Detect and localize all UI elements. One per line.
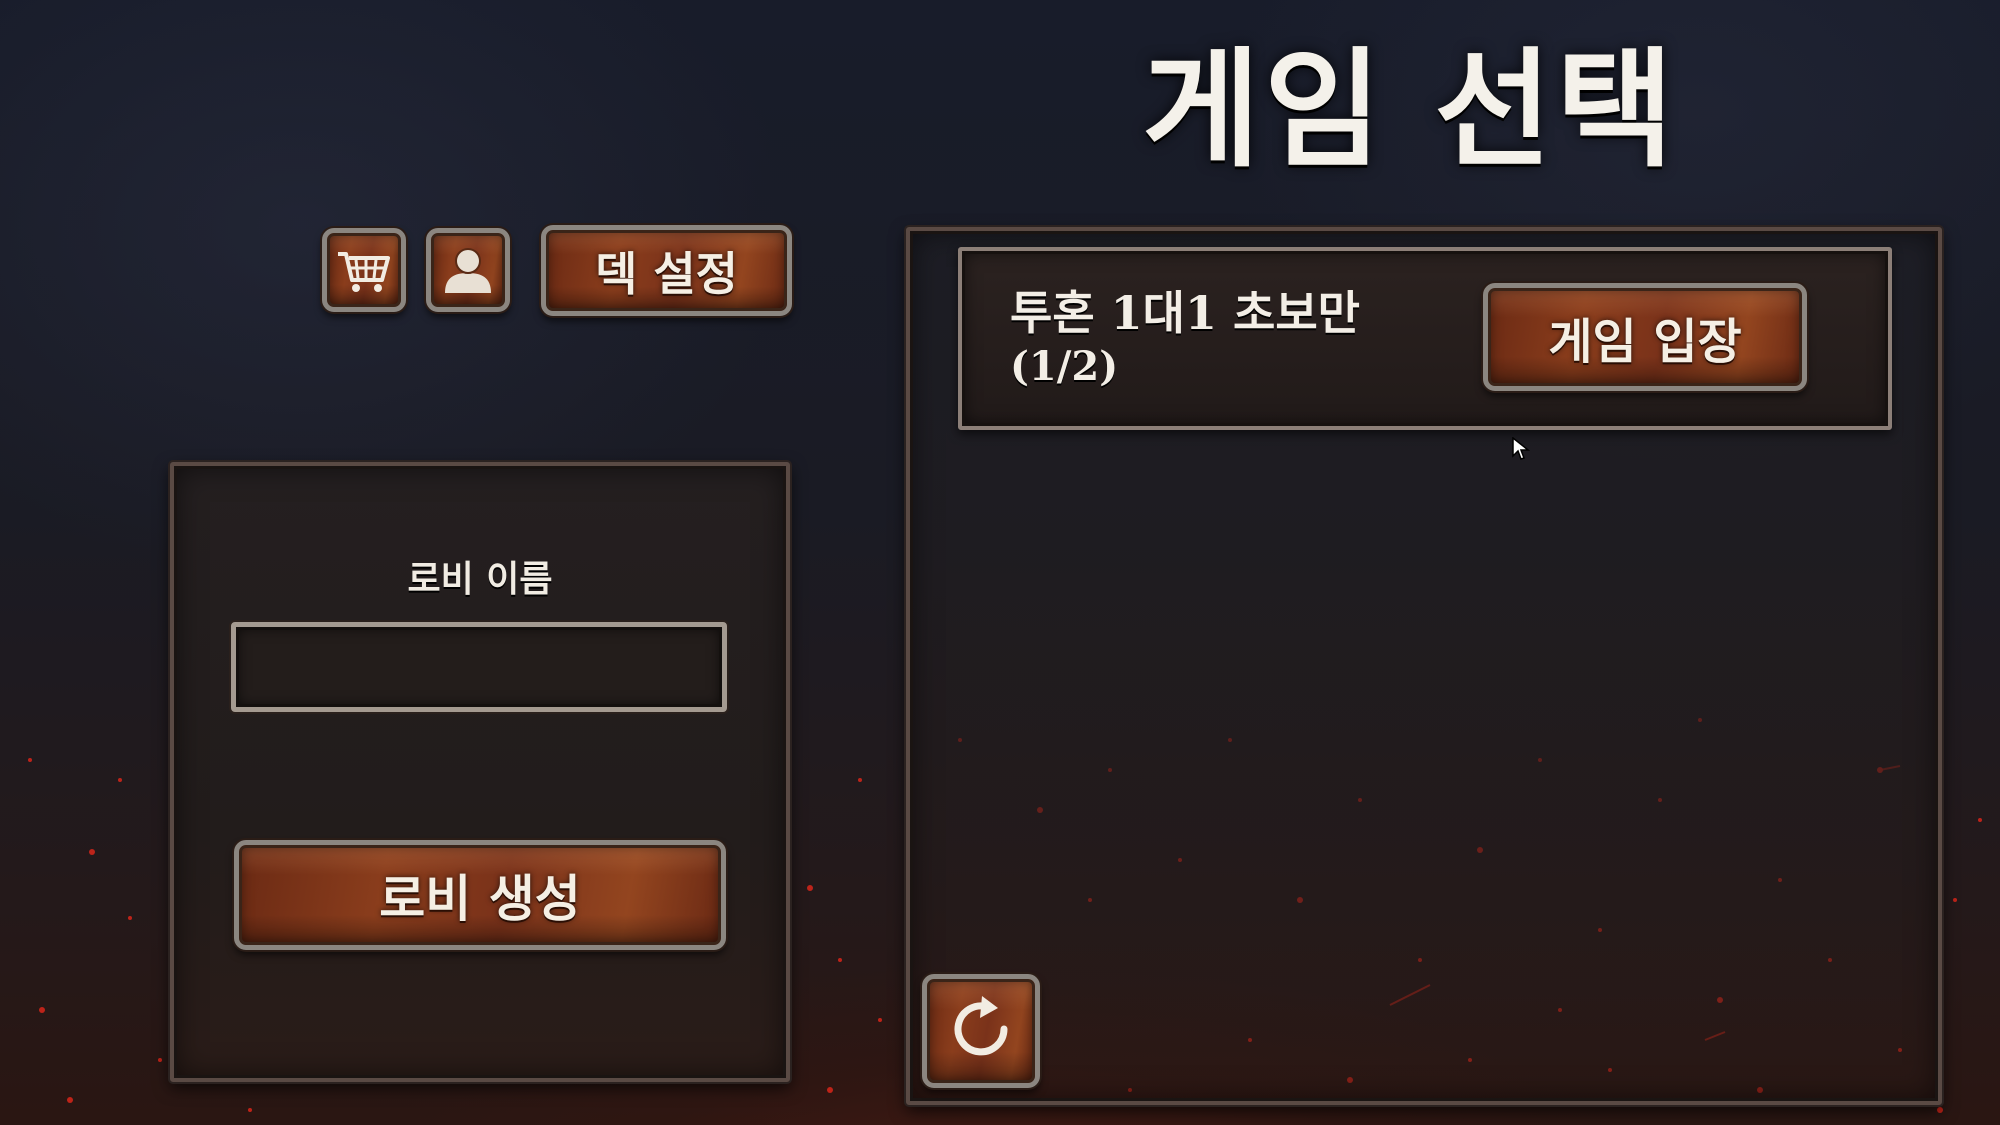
refresh-icon bbox=[944, 992, 1018, 1070]
page-title: 게임 선택 bbox=[1142, 35, 1678, 185]
game-list-item[interactable]: 투혼 1대1 초보만 (1/2) 게임 입장 bbox=[958, 247, 1892, 430]
mouse-cursor-icon bbox=[1512, 437, 1530, 460]
lobby-name-input[interactable] bbox=[231, 622, 727, 712]
player-count: (1/2) bbox=[1010, 343, 1119, 390]
deck-settings-label: 덱 설정 bbox=[595, 246, 738, 301]
deck-settings-button[interactable]: 덱 설정 bbox=[541, 225, 792, 316]
join-game-button[interactable]: 게임 입장 bbox=[1483, 283, 1807, 391]
refresh-button[interactable] bbox=[922, 974, 1040, 1088]
create-lobby-button[interactable]: 로비 생성 bbox=[234, 840, 726, 950]
join-game-label: 게임 입장 bbox=[1548, 314, 1742, 370]
lobby-name-label: 로비 이름 bbox=[407, 559, 553, 600]
shop-button[interactable] bbox=[322, 228, 406, 312]
create-lobby-label: 로비 생성 bbox=[379, 870, 581, 928]
user-silhouette-icon bbox=[441, 245, 495, 295]
game-name: 투혼 1대1 초보만 bbox=[1010, 286, 1360, 340]
shopping-cart-icon bbox=[336, 246, 392, 294]
profile-button[interactable] bbox=[426, 228, 510, 312]
